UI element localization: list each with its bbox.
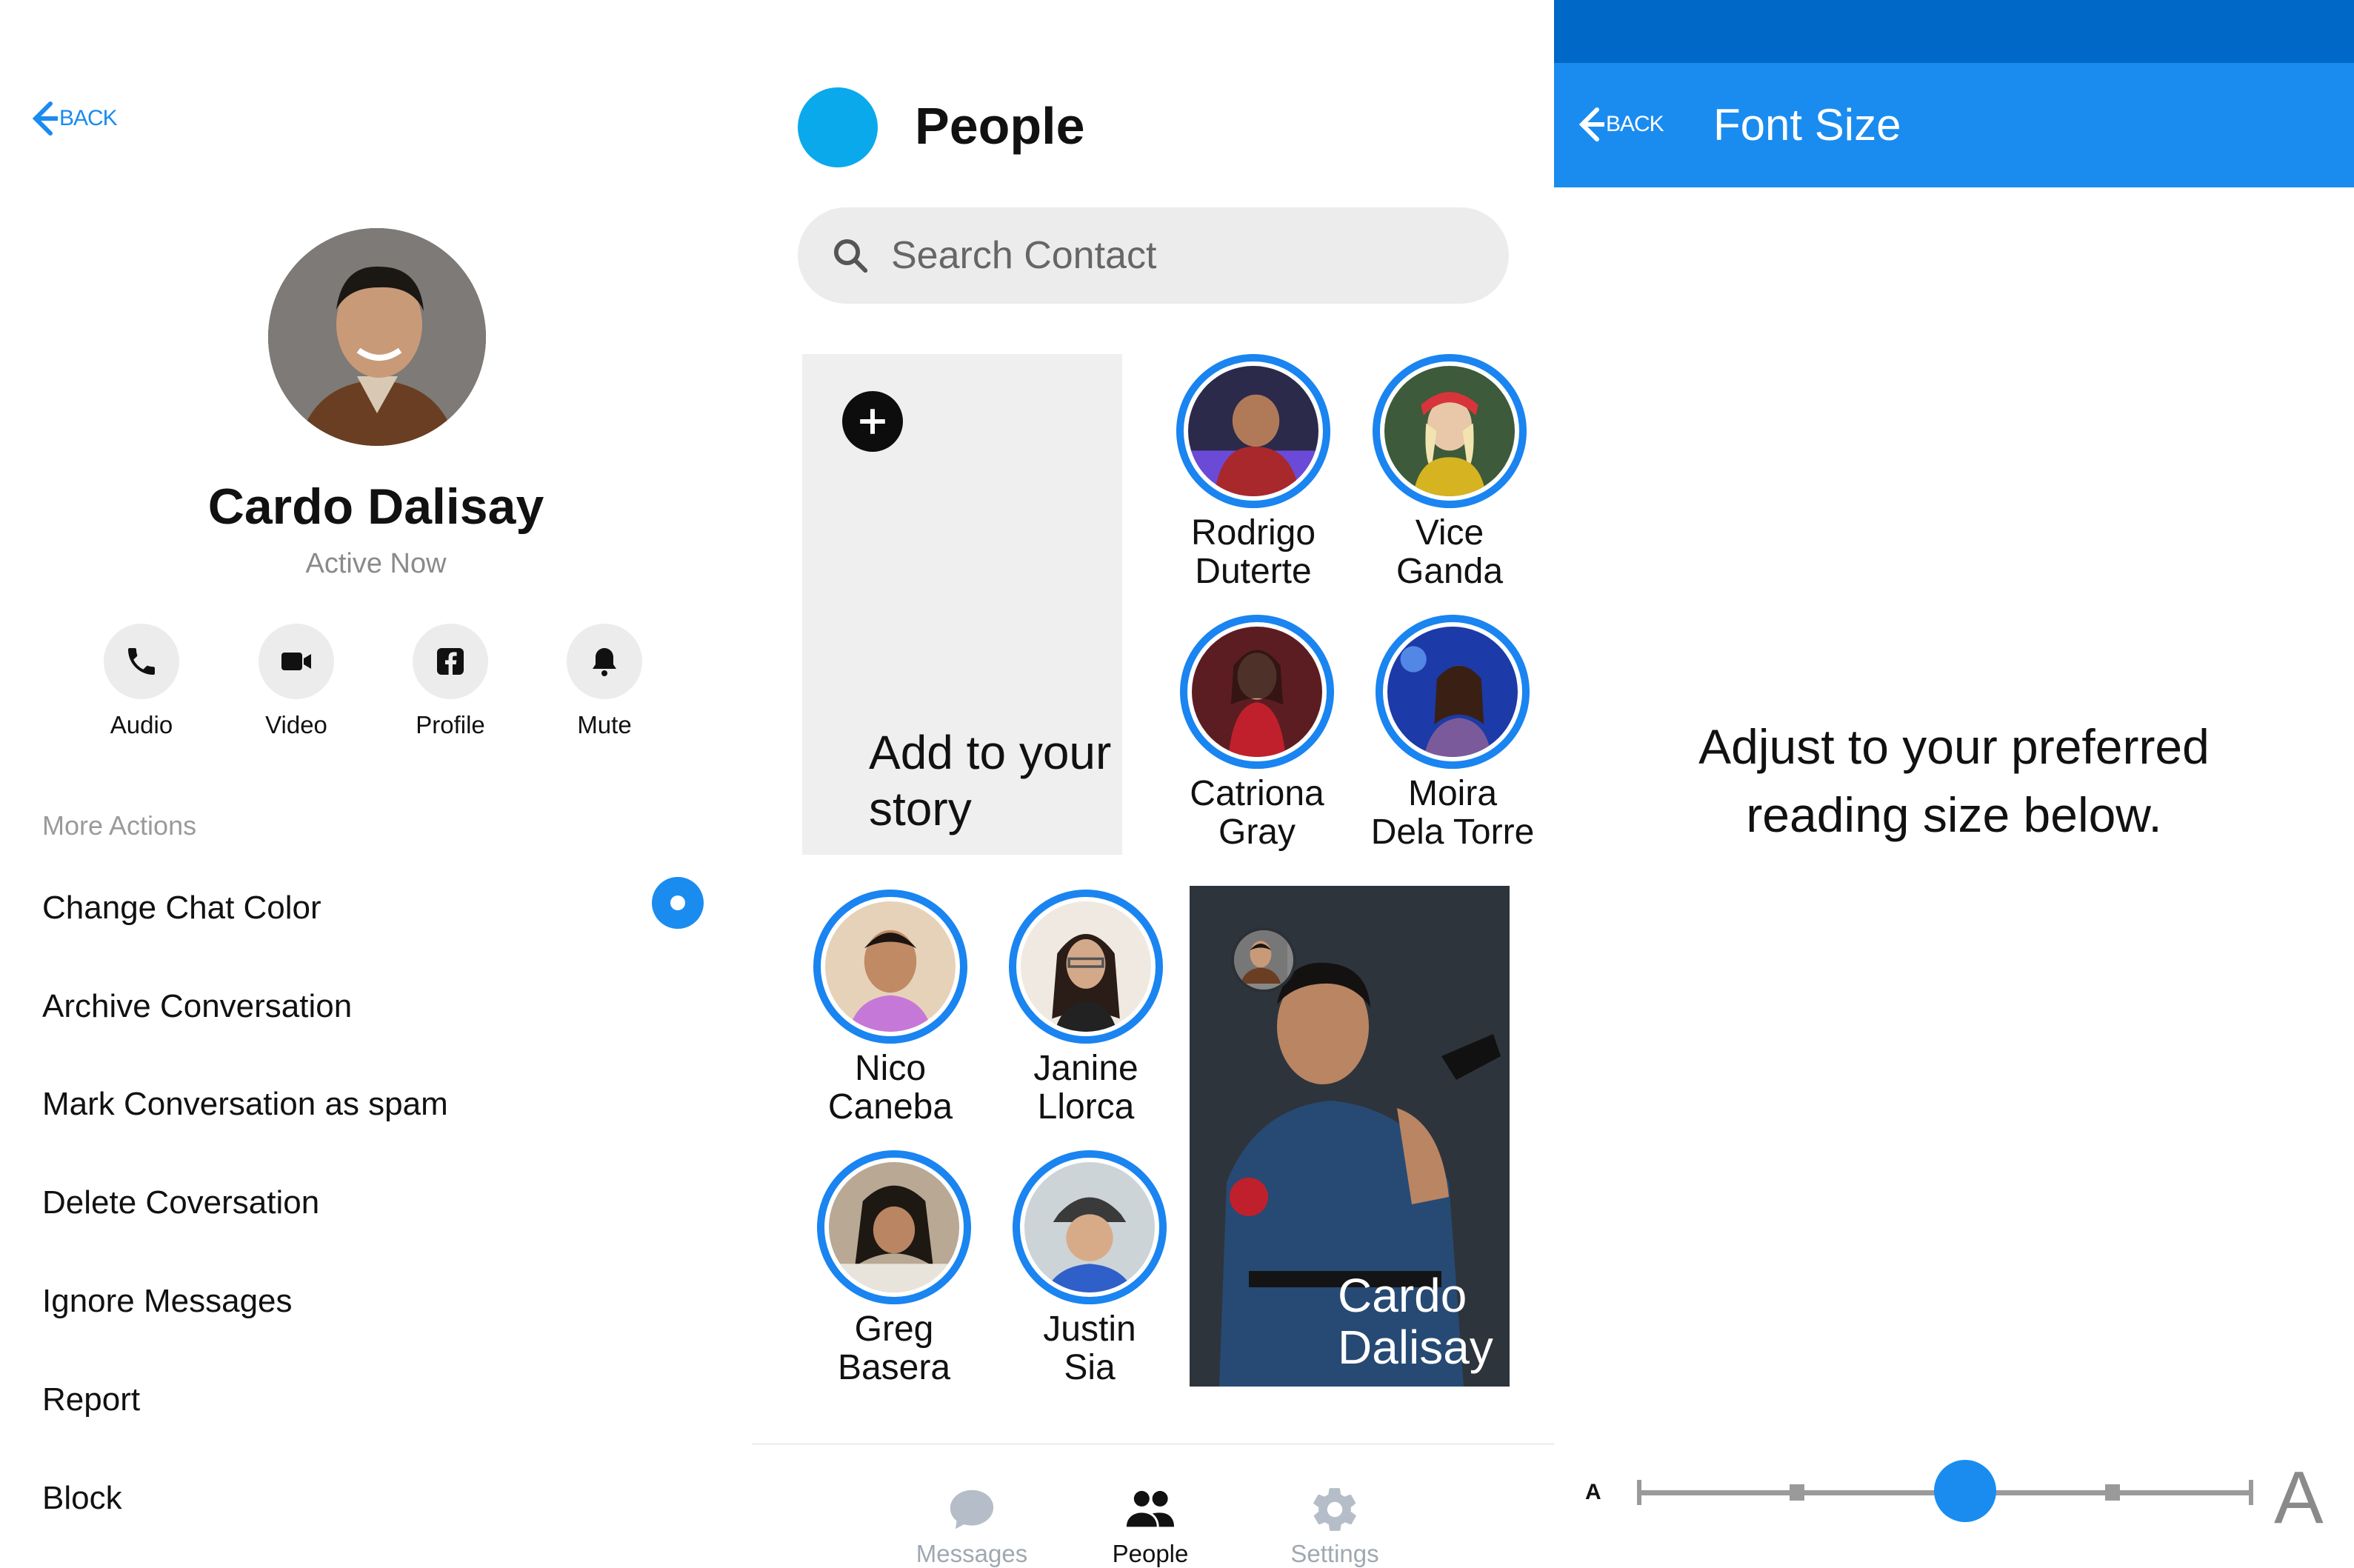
back-button[interactable]: BACK <box>1575 104 1664 145</box>
chat-bubble-icon <box>950 1489 994 1529</box>
page-title: People <box>915 97 1085 155</box>
featured-story-name: Cardo Dalisay <box>1338 1269 1493 1374</box>
tab-messages[interactable]: Messages <box>898 1484 1046 1568</box>
back-label: BACK <box>1606 112 1664 136</box>
contact-story[interactable]: Vice Ganda <box>1350 354 1550 591</box>
conversation-info-panel: BACK Cardo Dalisay Active Now Audio Vide… <box>0 0 752 1568</box>
tab-messages-label: Messages <box>916 1540 1028 1567</box>
menu-change-chat-color[interactable]: Change Chat Color <box>42 890 321 927</box>
audio-label: Audio <box>110 711 173 738</box>
contact-name: Nico Caneba <box>827 1049 953 1127</box>
video-call-button[interactable]: Video <box>222 624 370 739</box>
contact-name: Catriona Gray <box>1190 774 1324 852</box>
contact-name: Rodrigo Duterte <box>1190 513 1316 591</box>
story-ring <box>813 890 967 1044</box>
tab-people-label: People <box>1112 1540 1189 1567</box>
add-story-label: Add to your story <box>869 726 1112 835</box>
back-label: BACK <box>59 106 118 130</box>
menu-delete-conversation[interactable]: Delete Coversation <box>42 1184 319 1221</box>
phone-icon <box>128 648 155 675</box>
contact-name: Janine Llorca <box>1033 1049 1138 1127</box>
page-title: Font Size <box>1713 100 1901 150</box>
contact-story[interactable]: Moira Dela Torre <box>1353 615 1553 852</box>
people-panel: People Add to your story RodrigoDuterte … <box>752 0 1554 1568</box>
large-text-label: A <box>2274 1456 2324 1539</box>
video-label: Video <box>265 711 327 738</box>
font-size-panel: BACK Font Size Adjust to your preferred r… <box>1554 0 2354 1568</box>
bell-icon <box>593 648 616 676</box>
slider-tick[interactable] <box>1790 1484 1804 1501</box>
audio-call-button[interactable]: Audio <box>67 624 216 739</box>
search-bar[interactable] <box>798 207 1509 304</box>
avatar <box>268 228 486 446</box>
story-ring <box>1180 615 1334 769</box>
profile-name: Cardo Dalisay <box>207 478 544 535</box>
people-icon <box>1126 1490 1175 1527</box>
gear-icon <box>1313 1488 1356 1531</box>
story-ring <box>1009 890 1163 1044</box>
active-status: Active Now <box>305 548 447 579</box>
back-arrow-icon <box>32 101 58 136</box>
slider-max-cap <box>2249 1480 2253 1505</box>
header-bar <box>1554 63 2354 187</box>
facebook-icon <box>437 648 464 675</box>
search-icon <box>833 238 868 273</box>
small-text-label: A <box>1585 1480 1601 1504</box>
tab-settings-label: Settings <box>1290 1540 1379 1567</box>
contact-story[interactable]: Nico Caneba <box>790 890 990 1127</box>
more-actions-heading: More Actions <box>42 810 197 841</box>
mute-label: Mute <box>577 711 632 738</box>
contact-story[interactable]: Rodrigo Duterte <box>1153 354 1353 591</box>
menu-block[interactable]: Block <box>42 1480 122 1517</box>
contact-name: Greg Basera <box>837 1310 951 1387</box>
mute-button[interactable]: Mute <box>530 624 678 739</box>
story-ring <box>1013 1150 1167 1304</box>
story-ring <box>1373 354 1527 508</box>
add-story-card[interactable]: Add to your story <box>802 354 1122 855</box>
plus-icon <box>842 391 903 452</box>
featured-story-avatar <box>1231 927 1296 992</box>
contact-story[interactable]: Janine Llorca <box>986 890 1186 1127</box>
tab-settings[interactable]: Settings <box>1261 1484 1409 1568</box>
chat-color-swatch[interactable] <box>652 877 704 929</box>
contact-name: Vice Ganda <box>1396 513 1504 591</box>
menu-ignore-messages[interactable]: Ignore Messages <box>42 1283 293 1320</box>
contact-name: Justin Sia <box>1043 1310 1136 1387</box>
slider-min-cap <box>1637 1480 1641 1505</box>
status-bar <box>1554 0 2354 63</box>
story-ring <box>1376 615 1530 769</box>
contact-story[interactable]: Justin Sia <box>990 1150 1190 1387</box>
search-input[interactable] <box>890 233 1456 278</box>
menu-archive-conversation[interactable]: Archive Conversation <box>42 988 352 1025</box>
video-camera-icon <box>281 653 311 670</box>
contact-story[interactable]: Greg Basera <box>794 1150 994 1387</box>
back-button[interactable]: BACK <box>28 98 118 139</box>
user-avatar[interactable] <box>798 87 878 167</box>
story-ring <box>817 1150 971 1304</box>
story-ring <box>1176 354 1330 508</box>
bottom-tab-bar: Messages People Settings <box>752 1443 1554 1568</box>
slider-thumb[interactable] <box>1934 1460 1996 1522</box>
featured-story-card[interactable]: Cardo Dalisay <box>1190 886 1510 1387</box>
menu-mark-spam[interactable]: Mark Conversation as spam <box>42 1086 448 1123</box>
menu-report[interactable]: Report <box>42 1381 140 1418</box>
slider-tick[interactable] <box>2105 1484 2120 1501</box>
back-arrow-icon <box>1578 107 1604 141</box>
tab-people[interactable]: People <box>1076 1484 1224 1568</box>
contact-name: Moira Dela Torre <box>1370 774 1535 852</box>
profile-button[interactable]: Profile <box>376 624 524 739</box>
profile-label: Profile <box>416 711 485 738</box>
font-size-description: Adjust to your preferred reading size bel… <box>1698 719 2210 842</box>
contact-story[interactable]: Catriona Gray <box>1157 615 1357 852</box>
